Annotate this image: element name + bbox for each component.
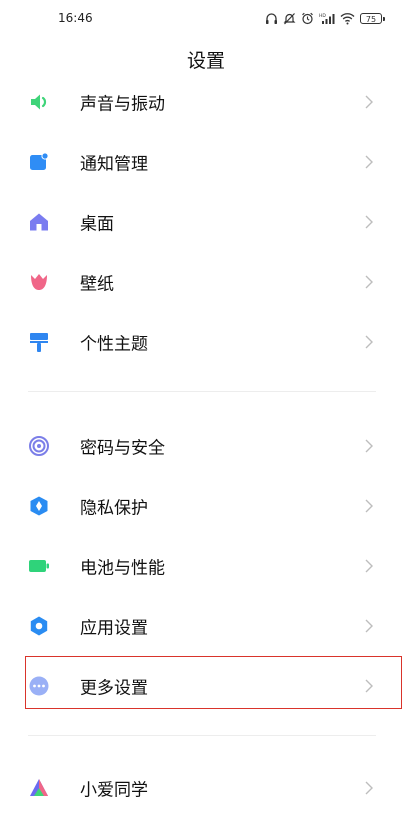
settings-item-label: 电池与性能 — [80, 558, 165, 579]
mute-notification-icon — [283, 12, 296, 25]
settings-item-sound-vibration[interactable]: 声音与振动 — [0, 72, 412, 132]
settings-item-label: 密码与安全 — [80, 438, 165, 459]
chevron-right-icon — [364, 154, 374, 170]
chevron-right-icon — [364, 438, 374, 454]
settings-item-label: 小爱同学 — [80, 780, 148, 801]
settings-item-wallpaper[interactable]: 壁纸 — [0, 252, 412, 312]
settings-item-label: 隐私保护 — [80, 498, 148, 519]
wifi-icon — [340, 12, 355, 25]
more-dots-icon — [28, 675, 50, 697]
speaker-icon — [28, 91, 50, 113]
settings-item-label: 个性主题 — [80, 334, 148, 355]
settings-item-label: 桌面 — [80, 214, 114, 235]
paint-roller-icon — [28, 331, 50, 353]
chevron-right-icon — [364, 780, 374, 796]
notification-icon — [28, 151, 50, 173]
section-divider — [28, 735, 376, 736]
status-icons: HD 75 — [265, 9, 385, 27]
svg-text:HD: HD — [319, 13, 326, 19]
battery-indicator: 75 — [360, 12, 385, 24]
settings-item-battery-performance[interactable]: 电池与性能 — [0, 536, 412, 596]
settings-item-more-settings[interactable]: 更多设置 — [0, 656, 412, 716]
settings-item-label: 更多设置 — [80, 678, 148, 699]
settings-item-desktop[interactable]: 桌面 — [0, 192, 412, 252]
headphones-icon — [265, 12, 278, 25]
chevron-right-icon — [364, 274, 374, 290]
settings-item-app-settings[interactable]: 应用设置 — [0, 596, 412, 656]
settings-item-password-security[interactable]: 密码与安全 — [0, 416, 412, 476]
chevron-right-icon — [364, 678, 374, 694]
signal-icon: HD — [319, 12, 335, 25]
settings-item-xiaoai[interactable]: 小爱同学 — [0, 758, 412, 818]
settings-item-notifications[interactable]: 通知管理 — [0, 132, 412, 192]
chevron-right-icon — [364, 558, 374, 574]
tulip-icon — [28, 271, 50, 293]
alarm-icon — [301, 12, 314, 25]
status-time: 16:46 — [58, 11, 93, 25]
settings-item-themes[interactable]: 个性主题 — [0, 312, 412, 372]
settings-item-label: 通知管理 — [80, 154, 148, 175]
chevron-right-icon — [364, 334, 374, 350]
chevron-right-icon — [364, 618, 374, 634]
settings-item-label: 壁纸 — [80, 274, 114, 295]
privacy-shield-icon — [28, 495, 50, 517]
page-title: 设置 — [186, 50, 225, 72]
chevron-right-icon — [364, 214, 374, 230]
fingerprint-icon — [28, 435, 50, 457]
home-icon — [28, 211, 50, 233]
gear-icon — [28, 615, 50, 637]
battery-icon — [28, 555, 50, 577]
settings-item-privacy[interactable]: 隐私保护 — [0, 476, 412, 536]
status-bar: 16:46 HD 75 — [0, 0, 412, 40]
settings-item-label: 声音与振动 — [80, 94, 165, 115]
settings-item-label: 应用设置 — [80, 618, 148, 639]
chevron-right-icon — [364, 498, 374, 514]
xiaoai-icon — [28, 777, 50, 799]
chevron-right-icon — [364, 94, 374, 110]
section-divider — [28, 391, 376, 392]
